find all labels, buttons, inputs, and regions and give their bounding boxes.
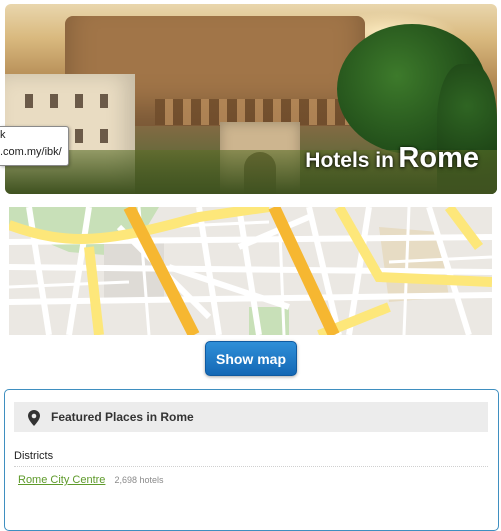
link-tooltip: k .com.my/ibk/ bbox=[0, 126, 69, 166]
map-pin-icon bbox=[28, 410, 40, 431]
map-graphic bbox=[9, 207, 492, 335]
divider bbox=[14, 466, 488, 467]
districts-label: Districts bbox=[14, 450, 54, 462]
map-preview[interactable] bbox=[9, 207, 492, 335]
hero-title-prefix: Hotels in bbox=[305, 149, 394, 172]
district-link-rome-city-centre[interactable]: Rome City Centre bbox=[18, 474, 105, 486]
featured-places-header: Featured Places in Rome bbox=[14, 402, 488, 432]
district-item: Rome City Centre 2,698 hotels bbox=[18, 474, 164, 486]
hero-banner: Hotels in Rome bbox=[5, 4, 497, 194]
tooltip-line-2: .com.my/ibk/ bbox=[0, 146, 62, 158]
featured-places-title: Featured Places in Rome bbox=[51, 410, 194, 424]
featured-places-panel: Featured Places in Rome Districts Rome C… bbox=[4, 389, 499, 531]
hero-title: Hotels in Rome bbox=[305, 142, 479, 175]
tooltip-line-1: k bbox=[0, 129, 6, 141]
show-map-button[interactable]: Show map bbox=[205, 341, 297, 376]
district-hotel-count: 2,698 hotels bbox=[114, 475, 164, 485]
hero-title-city: Rome bbox=[398, 142, 479, 174]
